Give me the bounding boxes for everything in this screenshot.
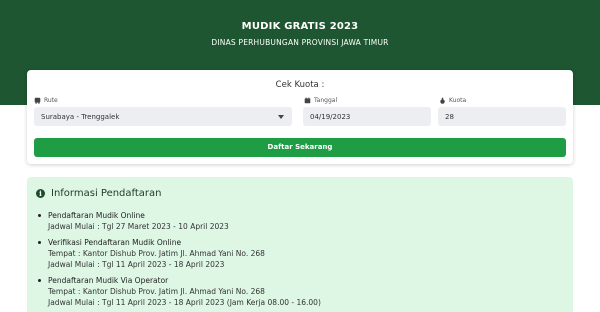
list-item: Pendaftaran Mudik Via Operator Tempat : … <box>37 275 321 308</box>
list-item: Pendaftaran Mudik Online Jadwal Mulai : … <box>37 210 321 232</box>
info-icon: i <box>36 189 45 198</box>
list-item-title: Verifikasi Pendaftaran Mudik Online <box>48 238 182 247</box>
date-input[interactable]: 04/19/2023 <box>303 107 431 126</box>
date-label-text: Tanggal <box>314 97 338 104</box>
calendar-icon <box>304 97 311 104</box>
chevron-down-icon <box>278 115 284 119</box>
date-label: Tanggal <box>304 97 337 104</box>
registration-info-panel: i Informasi Pendaftaran Pendaftaran Mudi… <box>27 177 573 312</box>
list-item-title: Pendaftaran Mudik Via Operator <box>48 276 169 285</box>
route-label: Rute <box>34 97 58 104</box>
quota-label-text: Kuota <box>449 97 467 104</box>
info-list: Pendaftaran Mudik Online Jadwal Mulai : … <box>37 210 321 312</box>
info-header: i Informasi Pendaftaran <box>36 188 162 199</box>
route-select[interactable]: Surabaya - Trenggalek <box>34 107 292 126</box>
quota-check-card: Cek Kuota : Rute Surabaya - Trenggalek T… <box>27 70 573 164</box>
quota-label: Kuota <box>439 97 466 104</box>
register-button[interactable]: Daftar Sekarang <box>34 138 566 157</box>
route-label-text: Rute <box>44 97 58 104</box>
quota-field-value: 28 <box>445 112 454 121</box>
card-title: Cek Kuota : <box>275 80 325 90</box>
bus-icon <box>34 97 41 104</box>
list-item-line: Jadwal Mulai : Tgl 11 April 2023 - 18 Ap… <box>48 298 321 307</box>
list-item-line: Jadwal Mulai : Tgl 11 April 2023 - 18 Ap… <box>48 260 225 269</box>
date-input-value: 04/19/2023 <box>310 112 351 121</box>
bag-icon <box>440 97 445 104</box>
list-item-line: Tempat : Kantor Dishub Prov. Jatim Jl. A… <box>48 249 265 258</box>
list-item-title: Pendaftaran Mudik Online <box>48 211 145 220</box>
list-item-line: Tempat : Kantor Dishub Prov. Jatim Jl. A… <box>48 287 265 296</box>
quota-field: 28 <box>438 107 566 126</box>
page-title: MUDIK GRATIS 2023 <box>241 21 359 32</box>
page-subtitle: DINAS PERHUBUNGAN PROVINSI JAWA TIMUR <box>211 38 389 47</box>
route-select-value: Surabaya - Trenggalek <box>41 112 120 121</box>
list-item: Verifikasi Pendaftaran Mudik Online Temp… <box>37 237 321 270</box>
list-item-line: Jadwal Mulai : Tgl 27 Maret 2023 - 10 Ap… <box>48 222 229 231</box>
info-title: Informasi Pendaftaran <box>51 188 162 199</box>
